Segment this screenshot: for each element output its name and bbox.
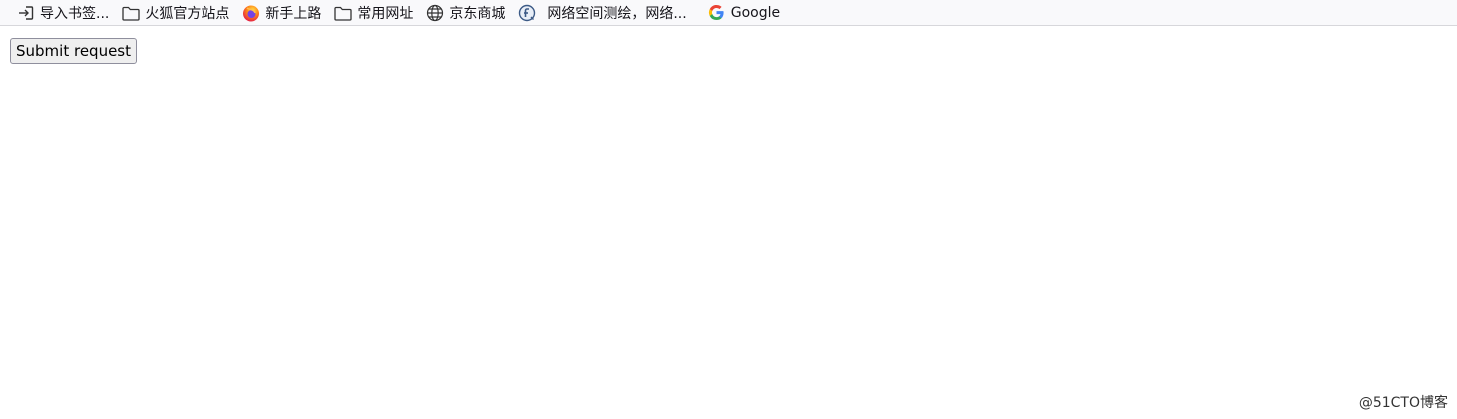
firefox-icon [241, 3, 261, 23]
import-icon [16, 3, 36, 23]
bookmark-getting-started[interactable]: 新手上路 [239, 2, 327, 24]
bookmark-label: 火狐官方站点 [145, 5, 230, 22]
bookmark-common-sites[interactable]: 常用网址 [331, 2, 419, 24]
bookmark-label: Google [730, 4, 781, 21]
bookmark-label: 京东商城 [449, 5, 506, 22]
google-icon [707, 3, 727, 23]
bookmark-label: 导入书签... [40, 5, 110, 22]
watermark: @51CTO博客 [1358, 395, 1448, 411]
bookmark-google[interactable]: Google [705, 2, 786, 24]
fofa-icon [517, 3, 537, 23]
bookmark-label: 网络空间测绘，网络... [547, 5, 687, 22]
bookmark-jd-mall[interactable]: 京东商城 [423, 2, 511, 24]
bookmark-label: 新手上路 [265, 5, 322, 22]
bookmarks-toolbar: 导入书签... 火狐官方站点 新手上路 常用网址 京东商城 网络空间测绘，网络.… [0, 0, 1457, 26]
folder-icon [333, 3, 353, 23]
bookmark-import[interactable]: 导入书签... [14, 2, 115, 24]
bookmark-firefox-official[interactable]: 火狐官方站点 [119, 2, 235, 24]
submit-request-button[interactable]: Submit request [10, 38, 137, 64]
bookmark-fofa[interactable]: 网络空间测绘，网络... [515, 2, 692, 24]
page-content: Submit request [10, 38, 137, 64]
folder-icon [121, 3, 141, 23]
bookmark-label: 常用网址 [357, 5, 414, 22]
globe-icon [425, 3, 445, 23]
